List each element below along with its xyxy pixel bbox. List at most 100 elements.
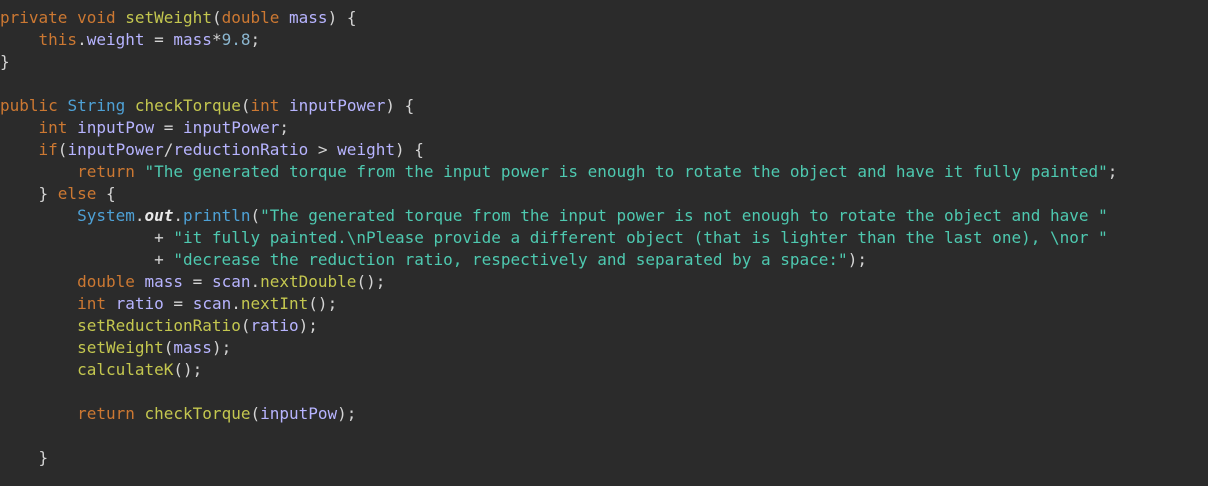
code-token: ; [279,118,290,137]
code-token: scan [211,272,251,291]
code-token: inputPower [289,96,386,115]
code-token: out [144,206,174,225]
code-token: mass [289,8,328,27]
code-token: return [77,404,135,423]
code-token: reductionRatio [173,140,309,159]
code-editor[interactable]: private void setWeight(double mass) { th… [0,0,1208,486]
code-token: (); [173,360,203,379]
code-line[interactable]: + "it fully painted.\nPlease provide a d… [0,227,1208,249]
code-line[interactable]: this.weight = mass*9.8; [0,29,1208,51]
code-token: System [77,206,135,225]
code-line[interactable]: setReductionRatio(ratio); [0,315,1208,337]
code-token: inputPower [67,140,164,159]
code-line[interactable]: if(inputPower/reductionRatio > weight) { [0,139,1208,161]
code-token: 9.8 [221,30,251,49]
code-token: ( [211,8,222,27]
code-token: ); [337,404,357,423]
code-token: println [183,206,251,225]
code-token: ) { [394,140,424,159]
code-token: private [0,8,68,27]
code-token: else [57,184,97,203]
code-line[interactable]: double mass = scan.nextDouble(); [0,271,1208,293]
code-token: ( [250,206,261,225]
code-token: + [154,250,174,269]
code-line[interactable]: } [0,447,1208,469]
code-token: . [231,294,241,313]
code-token: ratio [250,316,299,335]
code-token: * [211,30,222,49]
code-token: { [96,184,116,203]
code-token: ) { [385,96,415,115]
code-token: inputPower [183,118,280,137]
code-token: . [134,206,145,225]
code-line[interactable]: setWeight(mass); [0,337,1208,359]
code-token: String [67,96,126,115]
code-token: nextInt [240,294,309,313]
code-token: "decrease the reduction ratio, respectiv… [173,250,848,269]
code-token: mass [173,30,212,49]
code-token: scan [192,294,232,313]
code-token: ); [211,338,232,357]
code-token: "The generated torque from the input pow… [260,206,1108,225]
code-line[interactable]: int ratio = scan.nextInt(); [0,293,1208,315]
code-token: mass [173,338,212,357]
code-token: "it fully painted.\nPlease provide a dif… [173,228,1108,247]
code-token: setReductionRatio [77,316,241,335]
code-line[interactable]: private void setWeight(double mass) { [0,7,1208,29]
code-line[interactable]: calculateK(); [0,359,1208,381]
code-token: ) { [327,8,357,27]
code-token: } [38,184,58,203]
code-token: ; [1107,162,1118,181]
code-token: setWeight [77,338,164,357]
code-token: ratio [115,294,164,313]
code-line[interactable] [0,73,1208,95]
code-line[interactable]: public String checkTorque(int inputPower… [0,95,1208,117]
code-line[interactable]: } [0,51,1208,73]
code-token: ( [250,404,261,423]
code-token: weight [86,30,145,49]
code-line[interactable]: } else { [0,183,1208,205]
code-token: "The generated torque from the input pow… [144,162,1108,181]
code-line[interactable] [0,381,1208,403]
code-token: / [163,140,174,159]
code-token: ( [163,338,174,357]
code-token: checkTorque [134,96,241,115]
code-token: . [250,272,261,291]
code-token: weight [337,140,395,159]
code-token: ); [298,316,318,335]
code-line[interactable]: int inputPow = inputPower; [0,117,1208,139]
code-line[interactable]: return checkTorque(inputPow); [0,403,1208,425]
code-token: void [77,8,116,27]
code-token: . [77,30,87,49]
code-token: inputPow [260,404,338,423]
code-token: this [38,30,78,49]
code-line[interactable]: return "The generated torque from the in… [0,161,1208,183]
code-token: mass [144,272,184,291]
code-token: + [154,228,174,247]
code-token: > [308,140,338,159]
code-line[interactable]: System.out.println("The generated torque… [0,205,1208,227]
code-token: ( [57,140,68,159]
code-line[interactable] [0,425,1208,447]
code-token: . [173,206,184,225]
code-line[interactable]: + "decrease the reduction ratio, respect… [0,249,1208,271]
